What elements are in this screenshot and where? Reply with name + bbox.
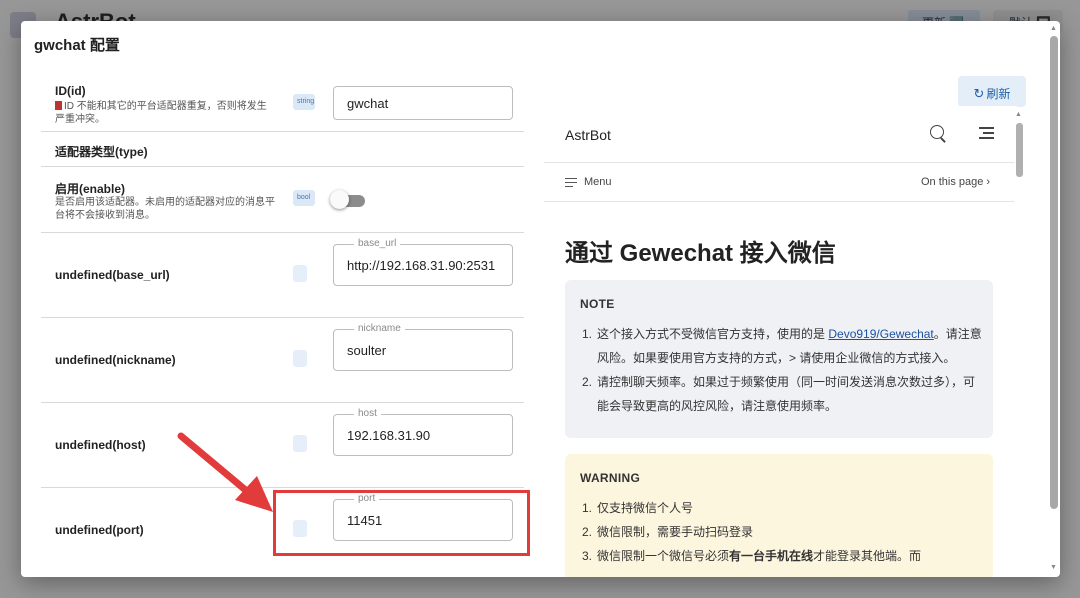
type-chip: string	[293, 94, 315, 110]
id-input[interactable]: gwchat	[333, 86, 513, 120]
refresh-icon: ↻	[973, 86, 985, 101]
config-row-host: undefined(host) host 192.168.31.90	[41, 403, 524, 488]
search-icon[interactable]	[930, 125, 944, 139]
field-label: undefined(host)	[55, 438, 146, 452]
scroll-thumb[interactable]	[1050, 36, 1058, 509]
base-url-input[interactable]: base_url http://192.168.31.90:2531	[333, 238, 513, 286]
highlight-box	[273, 490, 530, 556]
docs-header: AstrBot	[544, 106, 1014, 163]
field-description: ID 不能和其它的平台适配器重复，否则将发生严重冲突。	[55, 101, 267, 125]
note-list: 1. 这个接入方式不受微信官方支持，使用的是 Devo919/Gewechat。请…	[582, 322, 982, 418]
field-label: 适配器类型(type)	[55, 145, 148, 159]
config-row-enable: 启用(enable) 是否启用该适配器。未启用的适配器对应的消息平台将不会接收到…	[41, 167, 524, 233]
chevron-right-icon: ›	[986, 176, 991, 188]
callout-title: NOTE	[580, 297, 615, 311]
field-description: 是否启用该适配器。未启用的适配器对应的消息平台将不会接收到消息。	[55, 197, 275, 221]
docs-scrollbar[interactable]: ▲	[1015, 111, 1024, 577]
dialog-scrollbar[interactable]: ▲ ▼	[1048, 21, 1060, 577]
field-label: ID(id)	[55, 84, 86, 98]
field-label: 启用(enable)	[55, 182, 126, 196]
dialog-title: gwchat 配置	[34, 37, 120, 54]
menu-button[interactable]: Menu	[584, 176, 612, 188]
warning-callout: WARNING 1. 仅支持微信个人号 2. 微信限制，需要手动扫码登录 3. 微信限…	[565, 454, 993, 577]
callout-title: WARNING	[580, 471, 641, 485]
list-item: 3. 微信限制一个微信号必须有一台手机在线才能登录其他端。而	[582, 549, 922, 563]
gewechat-link[interactable]: Devo919/Gewechat	[828, 327, 933, 341]
warning-icon	[55, 101, 62, 110]
field-label: undefined(nickname)	[55, 353, 176, 367]
docs-nav: Menu On this page ›	[544, 164, 1014, 202]
refresh-button[interactable]: ↻ 刷新	[958, 76, 1026, 107]
on-this-page-button[interactable]: On this page ›	[921, 176, 990, 188]
scroll-down-icon: ▼	[1050, 564, 1057, 571]
config-row-base-url: undefined(base_url) base_url http://192.…	[41, 233, 524, 318]
type-chip	[293, 435, 307, 452]
type-chip	[293, 350, 307, 367]
field-label: undefined(base_url)	[55, 268, 170, 282]
docs-brand[interactable]: AstrBot	[565, 127, 611, 143]
config-row-type: 适配器类型(type)	[41, 132, 524, 167]
page-title: 通过 Gewechat 接入微信	[565, 240, 836, 267]
toggle-knob[interactable]	[330, 190, 349, 209]
host-input[interactable]: host 192.168.31.90	[333, 408, 513, 456]
list-item: 1. 仅支持微信个人号	[582, 501, 694, 515]
hamburger-icon[interactable]	[979, 127, 994, 139]
nickname-input[interactable]: nickname soulter	[333, 323, 513, 371]
field-label: undefined(port)	[55, 523, 144, 537]
menu-icon[interactable]	[565, 178, 577, 188]
type-chip: bool	[293, 190, 315, 206]
arrow-icon	[177, 432, 273, 512]
scroll-up-icon: ▲	[1050, 25, 1057, 32]
config-dialog: gwchat 配置 ID(id) ID 不能和其它的平台适配器重复，否则将发生严…	[21, 21, 1060, 577]
list-item: 2. 微信限制，需要手动扫码登录	[582, 525, 754, 539]
note-callout: NOTE 1. 这个接入方式不受微信官方支持，使用的是 Devo919/Gewec…	[565, 280, 993, 438]
docs-panel: AstrBot Menu On this page › 通过 Gewechat 接…	[544, 106, 1017, 577]
list-item: 1. 这个接入方式不受微信官方支持，使用的是 Devo919/Gewechat。请…	[582, 327, 982, 365]
list-item: 2. 请控制聊天频率。如果过于频繁使用（同一时间发送消息次数过多），可能会导致更高…	[582, 375, 976, 413]
warning-list: 1. 仅支持微信个人号 2. 微信限制，需要手动扫码登录 3. 微信限制一个微信号必须…	[582, 496, 982, 568]
config-row-id: ID(id) ID 不能和其它的平台适配器重复，否则将发生严重冲突。 strin…	[41, 75, 524, 132]
type-chip	[293, 265, 307, 282]
config-row-nickname: undefined(nickname) nickname soulter	[41, 318, 524, 403]
